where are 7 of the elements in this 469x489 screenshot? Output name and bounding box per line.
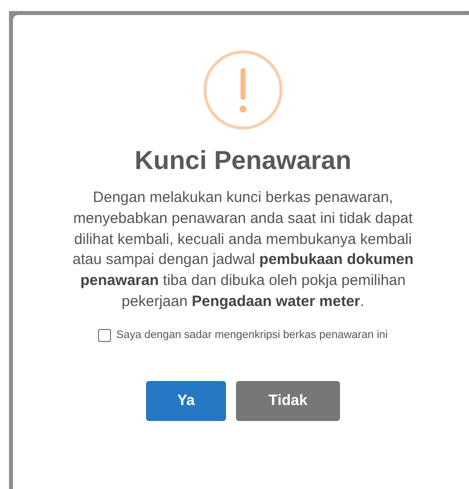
checkbox[interactable] [98, 328, 112, 342]
confirm-button[interactable]: Ya [146, 380, 226, 421]
checkbox-label: Saya dengan sadar mengenkripsi berkas penawaran ini [116, 329, 388, 342]
dialog-message: Dengan melakukan kunci berkas penawaran, menyebabkan penawaran anda saat ini tidak dapat dilihat kembali, kecuali anda membukanya kembali atau sampai dengan jadwal pembukaan dokumen penawaran tiba dan dibuka oleh pokja pemilihan pekerjaan Pengadaan water meter. [72, 188, 414, 312]
warning-icon [203, 50, 283, 130]
cancel-button[interactable]: Tidak [236, 380, 340, 421]
dialog-title: Kunci Penawaran [134, 144, 352, 176]
